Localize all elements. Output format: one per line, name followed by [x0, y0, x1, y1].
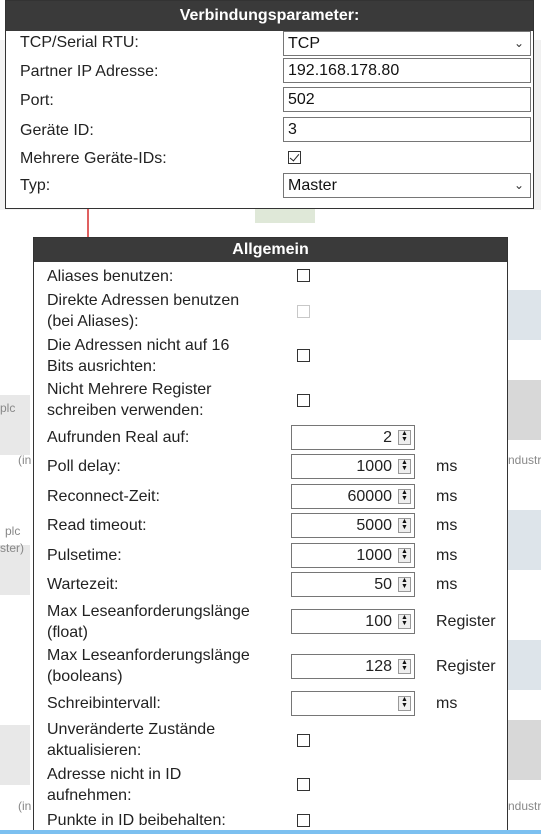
- type-select[interactable]: Master ⌄: [283, 173, 531, 198]
- protocol-select[interactable]: TCP ⌄: [283, 31, 531, 56]
- device-id-value: 3: [288, 121, 297, 138]
- bg-ndustri-2: ndustri: [508, 799, 541, 813]
- spinner-icon[interactable]: ▲ ▼: [398, 459, 411, 474]
- read-timeout-label: Read timeout:: [47, 517, 147, 534]
- bg-in-1: (in: [18, 453, 31, 467]
- reconnect-label: Reconnect-Zeit:: [47, 488, 160, 505]
- wait-label: Wartezeit:: [47, 576, 119, 593]
- connection-panel-title: Verbindungsparameter:: [6, 1, 533, 31]
- bg-plc-1: plc: [0, 401, 15, 415]
- spinner-icon[interactable]: ▲ ▼: [398, 659, 411, 674]
- poll-delay-unit: ms: [436, 458, 458, 475]
- max-bool-value: 128: [365, 658, 392, 675]
- poll-delay-value: 1000: [356, 458, 392, 475]
- spinner-icon[interactable]: ▲ ▼: [398, 577, 411, 592]
- connection-panel: Verbindungsparameter: TCP/Serial RTU: TC…: [5, 0, 534, 209]
- direct-addr-label-2: (bei Aliases):: [47, 313, 139, 330]
- reconnect-input[interactable]: 60000 ▲ ▼: [291, 484, 415, 509]
- port-value: 502: [288, 91, 315, 108]
- pulsetime-input[interactable]: 1000 ▲ ▼: [291, 543, 415, 568]
- pulsetime-value: 1000: [356, 547, 392, 564]
- type-value: Master: [288, 177, 337, 194]
- wait-unit: ms: [436, 576, 458, 593]
- aliases-checkbox[interactable]: [297, 269, 310, 282]
- max-bool-input[interactable]: 128 ▲ ▼: [291, 654, 415, 679]
- spinner-icon[interactable]: ▲ ▼: [398, 489, 411, 504]
- write-interval-label: Schreibintervall:: [47, 695, 161, 712]
- port-label: Port:: [20, 92, 54, 109]
- direct-addr-label-1: Direkte Adressen benutzen: [47, 292, 240, 309]
- bg-plc-2: plc: [5, 524, 20, 538]
- device-id-label: Geräte ID:: [20, 122, 94, 139]
- chevron-down-icon: ⌄: [513, 178, 524, 192]
- keep-dots-label: Punkte in ID beibehalten:: [47, 812, 226, 829]
- update-unchanged-label-2: aktualisieren:: [47, 742, 142, 759]
- device-id-input[interactable]: 3: [283, 117, 531, 142]
- general-panel: Allgemein Aliases benutzen: Direkte Adre…: [33, 237, 508, 834]
- spinner-icon[interactable]: ▲ ▼: [398, 430, 411, 445]
- port-input[interactable]: 502: [283, 87, 531, 112]
- protocol-value: TCP: [288, 35, 320, 52]
- read-timeout-unit: ms: [436, 517, 458, 534]
- spinner-icon[interactable]: ▲ ▼: [398, 548, 411, 563]
- multi-ids-label: Mehrere Geräte-IDs:: [20, 150, 167, 167]
- pulsetime-label: Pulsetime:: [47, 547, 122, 564]
- addr-not-in-id-label-2: aufnehmen:: [47, 787, 132, 804]
- read-timeout-value: 5000: [356, 517, 392, 534]
- write-interval-input[interactable]: ▲ ▼: [291, 691, 415, 716]
- ip-label: Partner IP Adresse:: [20, 63, 159, 80]
- type-label: Typ:: [20, 177, 51, 194]
- spinner-icon[interactable]: ▲ ▼: [398, 614, 411, 629]
- no-multi-write-label-1: Nicht Mehrere Register: [47, 381, 212, 398]
- align-checkbox[interactable]: [297, 349, 310, 362]
- round-real-label: Aufrunden Real auf:: [47, 429, 190, 446]
- aliases-label: Aliases benutzen:: [47, 268, 174, 285]
- max-float-input[interactable]: 100 ▲ ▼: [291, 609, 415, 634]
- spinner-icon[interactable]: ▲ ▼: [398, 696, 411, 711]
- multi-ids-checkbox[interactable]: [288, 151, 301, 164]
- reconnect-value: 60000: [347, 488, 393, 505]
- no-multi-write-checkbox[interactable]: [297, 394, 310, 407]
- max-bool-label-1: Max Leseanforderungslänge: [47, 647, 250, 664]
- direct-addr-checkbox[interactable]: [297, 305, 310, 318]
- update-unchanged-checkbox[interactable]: [297, 734, 310, 747]
- pulsetime-unit: ms: [436, 547, 458, 564]
- chevron-down-icon: ⌄: [513, 36, 524, 50]
- max-float-label-2: (float): [47, 624, 88, 641]
- protocol-label: TCP/Serial RTU:: [20, 34, 139, 51]
- reconnect-unit: ms: [436, 488, 458, 505]
- max-bool-unit: Register: [436, 658, 496, 675]
- bg-ster: ster): [0, 541, 24, 555]
- max-bool-label-2: (booleans): [47, 668, 123, 685]
- round-real-input[interactable]: 2 ▲ ▼: [291, 425, 415, 450]
- update-unchanged-label-1: Unveränderte Zustände: [47, 721, 216, 738]
- read-timeout-input[interactable]: 5000 ▲ ▼: [291, 513, 415, 538]
- bg-ndustri-1: ndustri: [508, 453, 541, 467]
- ip-input[interactable]: 192.168.178.80: [283, 58, 531, 83]
- max-float-unit: Register: [436, 613, 496, 630]
- align-label-2: Bits ausrichten:: [47, 358, 157, 375]
- keep-dots-checkbox[interactable]: [297, 814, 310, 827]
- addr-not-in-id-label-1: Adresse nicht in ID: [47, 766, 182, 783]
- poll-delay-input[interactable]: 1000 ▲ ▼: [291, 454, 415, 479]
- addr-not-in-id-checkbox[interactable]: [297, 778, 310, 791]
- bg-in-2: (in: [18, 799, 31, 813]
- wait-input[interactable]: 50 ▲ ▼: [291, 572, 415, 597]
- bottom-accent-bar: [0, 830, 541, 834]
- ip-value: 192.168.178.80: [288, 62, 400, 79]
- write-interval-unit: ms: [436, 695, 458, 712]
- max-float-value: 100: [365, 613, 392, 630]
- wait-value: 50: [374, 576, 392, 593]
- max-float-label-1: Max Leseanforderungslänge: [47, 603, 250, 620]
- general-panel-title: Allgemein: [34, 238, 507, 262]
- spinner-icon[interactable]: ▲ ▼: [398, 518, 411, 533]
- poll-delay-label: Poll delay:: [47, 458, 121, 475]
- round-real-value: 2: [383, 429, 392, 446]
- no-multi-write-label-2: schreiben verwenden:: [47, 402, 204, 419]
- align-label-1: Die Adressen nicht auf 16: [47, 337, 230, 354]
